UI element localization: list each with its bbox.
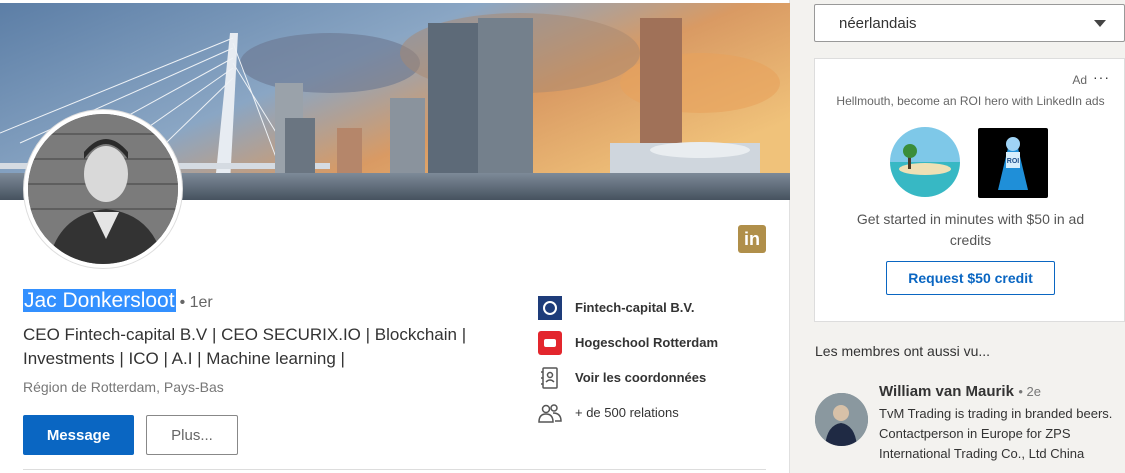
language-select[interactable]: néerlandais bbox=[814, 4, 1125, 42]
ad-label: Ad bbox=[1072, 73, 1087, 87]
beach-image bbox=[890, 127, 960, 197]
profile-photo[interactable] bbox=[24, 110, 182, 268]
hogeschool-logo-icon bbox=[538, 330, 562, 355]
more-button[interactable]: Plus... bbox=[146, 415, 238, 455]
roi-hero-image: ROI bbox=[978, 128, 1048, 198]
company-link[interactable]: Fintech-capital B.V. bbox=[538, 290, 768, 325]
also-viewed-title: Les membres ont aussi vu... bbox=[815, 343, 991, 359]
fintech-logo-icon bbox=[538, 295, 562, 320]
school-label: Hogeschool Rotterdam bbox=[575, 335, 719, 350]
profile-card: in Jac Donkersloot • 1er CEO Fintech-capi… bbox=[0, 0, 790, 473]
connections-label: + de 500 relations bbox=[575, 405, 679, 420]
company-label: Fintech-capital B.V. bbox=[575, 300, 695, 315]
divider bbox=[23, 469, 766, 470]
contact-card-icon bbox=[538, 366, 562, 390]
more-options-icon[interactable]: ··· bbox=[1093, 69, 1110, 85]
profile-location: Région de Rotterdam, Pays-Bas bbox=[23, 379, 224, 395]
ad-card: Ad ··· Hellmouth, become an ROI hero wit… bbox=[814, 58, 1125, 322]
request-credit-button[interactable]: Request $50 credit bbox=[886, 261, 1055, 295]
connection-degree: • 1er bbox=[179, 294, 213, 311]
people-icon bbox=[538, 401, 562, 425]
profile-headline: CEO Fintech-capital B.V | CEO SECURIX.IO… bbox=[23, 325, 467, 368]
member-description: TvM Trading is trading in branded beers.… bbox=[879, 406, 1113, 461]
contact-info-link[interactable]: Voir les coordonnées bbox=[538, 360, 768, 395]
ad-tagline: Hellmouth, become an ROI hero with Linke… bbox=[836, 94, 1105, 108]
chevron-down-icon bbox=[1094, 20, 1106, 27]
member-name-row[interactable]: William van Maurik • 2e bbox=[879, 383, 1041, 401]
linkedin-icon[interactable]: in bbox=[738, 225, 766, 253]
member-degree: • 2e bbox=[1018, 384, 1041, 399]
school-link[interactable]: Hogeschool Rotterdam bbox=[538, 325, 768, 360]
member-avatar[interactable] bbox=[815, 393, 868, 446]
page: in Jac Donkersloot • 1er CEO Fintech-capi… bbox=[0, 0, 1125, 473]
ad-body: Get started in minutes with $50 in ad cr… bbox=[856, 211, 1085, 248]
language-selected: néerlandais bbox=[839, 15, 917, 32]
message-button[interactable]: Message bbox=[23, 415, 134, 455]
member-name[interactable]: William van Maurik bbox=[879, 383, 1014, 400]
profile-side-info: Fintech-capital B.V. Hogeschool Rotterda… bbox=[538, 290, 768, 430]
hero-badge-text: ROI bbox=[1007, 158, 1020, 165]
profile-name-row: Jac Donkersloot • 1er bbox=[23, 288, 213, 314]
connections-link[interactable]: + de 500 relations bbox=[538, 395, 768, 430]
profile-name: Jac Donkersloot bbox=[23, 289, 176, 312]
contact-info-label: Voir les coordonnées bbox=[575, 370, 707, 385]
